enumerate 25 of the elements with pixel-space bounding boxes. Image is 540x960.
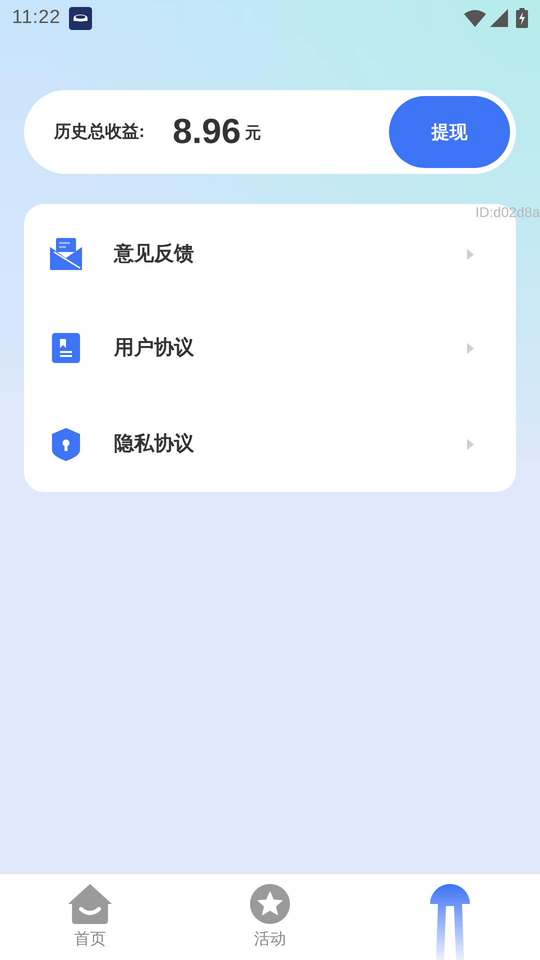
- shield-keyhole-icon: [52, 428, 80, 460]
- star-circle-icon: [250, 884, 290, 924]
- menu-item-label: 用户协议: [114, 336, 194, 361]
- menu-item[interactable]: 隐私协议: [24, 396, 516, 492]
- menu-item-label: 意见反馈: [114, 242, 194, 267]
- currency-unit: 元: [244, 124, 261, 144]
- status-time: 11:22: [12, 6, 61, 30]
- menu-item[interactable]: 意见反馈: [24, 220, 516, 300]
- tab[interactable]: 首页: [0, 874, 180, 960]
- earnings-label: 历史总收益:: [54, 121, 145, 144]
- app-notification-icon: [68, 6, 92, 30]
- signal-icon: [490, 9, 508, 27]
- earnings-amount: 8.96: [172, 110, 241, 153]
- envelope-icon: [50, 238, 82, 270]
- chevron-right-icon: [467, 342, 474, 354]
- document-icon: [52, 333, 80, 363]
- battery-icon: [516, 8, 528, 28]
- chevron-right-icon: [467, 248, 474, 260]
- tab[interactable]: 活动: [180, 874, 360, 960]
- withdraw-button[interactable]: 提现: [389, 96, 510, 168]
- wifi-icon: [464, 10, 486, 26]
- menu-item[interactable]: 用户协议: [24, 300, 516, 396]
- house-icon: [68, 884, 112, 924]
- menu-item-label: 隐私协议: [114, 432, 194, 457]
- chevron-right-icon: [467, 438, 474, 450]
